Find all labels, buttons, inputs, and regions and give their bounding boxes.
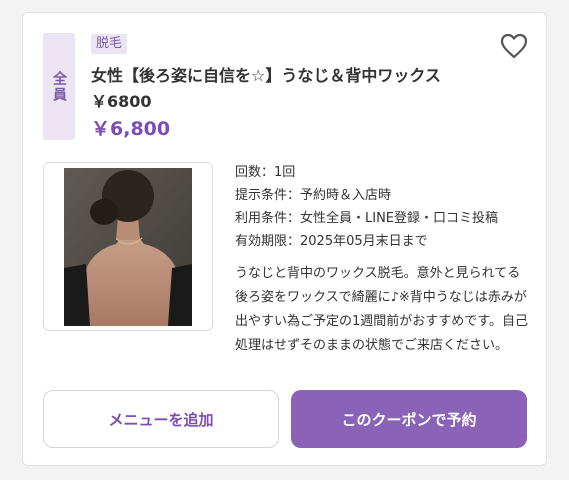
coupon-image — [43, 162, 213, 331]
coupon-title[interactable]: 女性【後ろ姿に自信を☆】うなじ＆背中ワックス ￥6800 — [91, 63, 491, 115]
coupon-price: ￥6,800 — [91, 118, 171, 140]
info-usage-condition: 利用条件：女性全員・LINE登録・口コミ投稿 — [235, 211, 499, 226]
info-present-condition: 提示条件：予約時＆入店時 — [235, 188, 392, 203]
back-portrait-photo — [64, 168, 192, 326]
add-menu-button[interactable]: メニューを追加 — [43, 390, 279, 448]
coupon-info-list: 回数：1回 提示条件：予約時＆入店時 利用条件：女性全員・LINE登録・口コミ投… — [235, 161, 535, 253]
info-expiry: 有効期限：2025年05月末日まで — [235, 234, 428, 249]
target-badge: 全員 — [43, 33, 75, 140]
heart-icon[interactable] — [500, 33, 528, 59]
category-tag: 脱毛 — [91, 34, 128, 54]
coupon-description: うなじと背中のワックス脱毛。意外と見られてる後ろ姿をワックスで綺麗に♪※背中うな… — [235, 266, 528, 353]
info-count: 回数：1回 — [235, 165, 296, 180]
coupon-card: 全員 脱毛 女性【後ろ姿に自信を☆】うなじ＆背中ワックス ￥6800 ￥6,80… — [22, 12, 547, 466]
book-with-coupon-button[interactable]: このクーポンで予約 — [291, 390, 527, 448]
